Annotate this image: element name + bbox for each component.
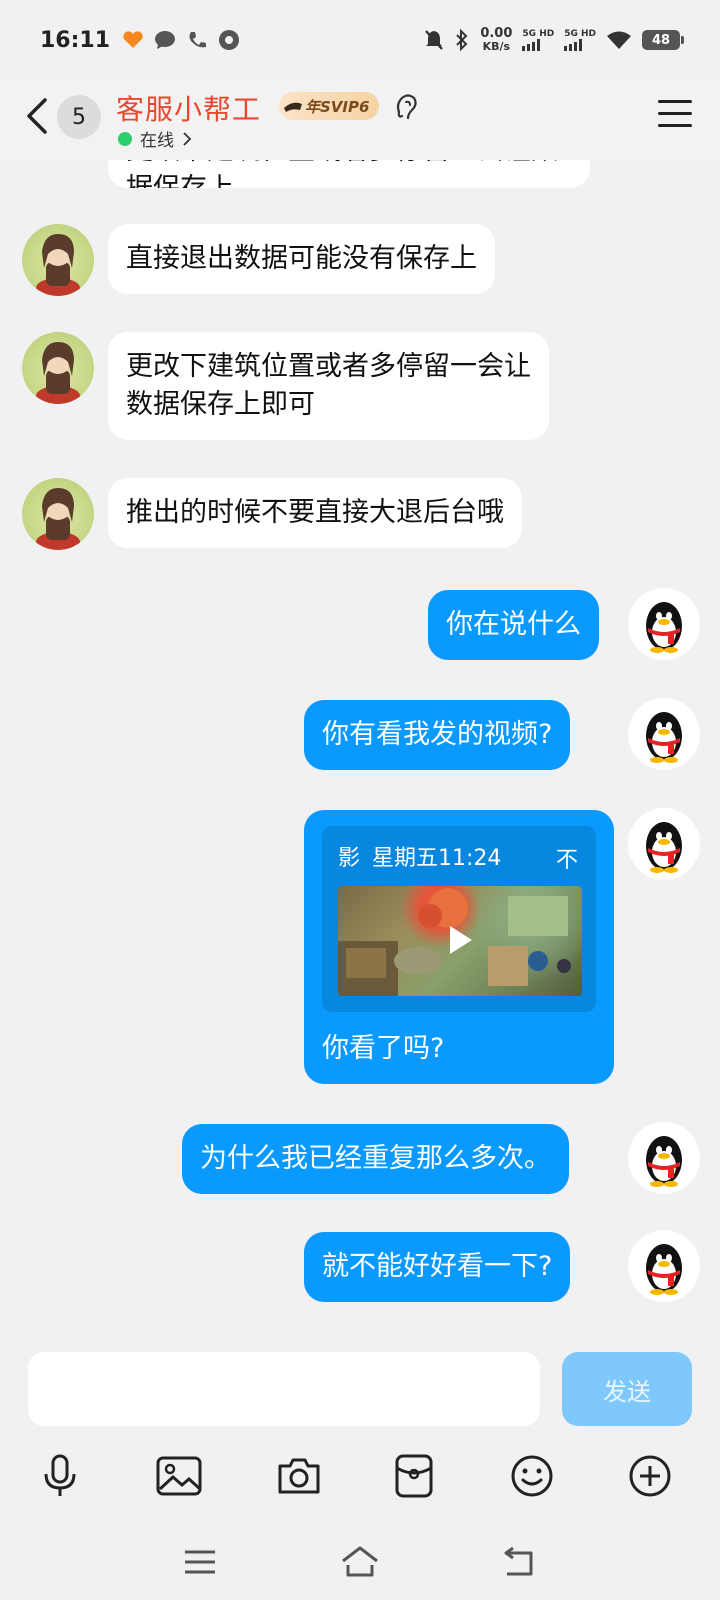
chat-header: 5 客服小帮工 年SVIP6 在线 — [0, 80, 720, 160]
video-meta-icon: 影 — [338, 846, 361, 871]
menu-lines-icon — [185, 1550, 215, 1574]
wifi-icon — [607, 31, 631, 49]
chat-icon — [155, 31, 176, 49]
emoji-button[interactable] — [508, 1452, 556, 1500]
online-dot-icon — [118, 131, 132, 146]
message-bubble-incoming[interactable]: 更改下建筑位置或者多停留一会让数据保存上 — [108, 160, 590, 188]
contact-avatar-image — [36, 488, 80, 550]
qq-penguin-avatar-icon — [646, 822, 682, 873]
video-date: 星期五11:24 — [372, 846, 502, 871]
composer-toolbar — [0, 1438, 720, 1518]
battery-indicator: 48 — [642, 30, 684, 50]
missed-call-icon — [189, 32, 207, 48]
sim2-signal: 5G HD — [564, 29, 596, 51]
message-bubble-incoming[interactable]: 推出的时候不要直接大退后台哦 — [108, 478, 522, 548]
back-button[interactable] — [22, 94, 52, 138]
contact-avatar[interactable] — [22, 224, 94, 296]
contact-avatar-image — [36, 342, 80, 404]
my-avatar[interactable] — [628, 808, 700, 880]
home-icon — [342, 1546, 378, 1577]
system-navigation-bar — [0, 1528, 720, 1600]
image-button[interactable] — [155, 1452, 203, 1500]
qq-penguin-avatar-icon — [646, 602, 682, 653]
message-bubble-outgoing[interactable]: 影 星期五11:24 不 你看了吗? — [304, 810, 614, 1084]
camera-button[interactable] — [275, 1452, 323, 1500]
signal-bars-icon — [564, 39, 583, 51]
my-avatar[interactable] — [628, 1230, 700, 1302]
play-icon[interactable] — [450, 926, 472, 954]
mute-icon — [425, 30, 444, 50]
video-message-card[interactable]: 影 星期五11:24 不 — [322, 826, 596, 1012]
message-input[interactable] — [28, 1352, 540, 1426]
status-time: 16:11 — [40, 27, 111, 53]
signal-bars-icon — [522, 39, 541, 51]
chevron-right-icon — [183, 131, 192, 146]
ear-icon[interactable] — [394, 92, 420, 122]
my-avatar[interactable] — [628, 698, 700, 770]
my-avatar[interactable] — [628, 588, 700, 660]
online-status[interactable]: 在线 — [118, 126, 192, 151]
qq-penguin-avatar-icon — [646, 1136, 682, 1187]
heart-app-icon — [123, 31, 143, 48]
nav-back-button[interactable] — [498, 1540, 542, 1584]
media-icon — [219, 30, 240, 50]
status-bar: 16:11 0.00 KB/s 5G HD 5G HD 48 — [0, 0, 720, 80]
message-bubble-outgoing[interactable]: 为什么我已经重复那么多次。 — [182, 1124, 569, 1194]
plus-icon — [629, 1455, 671, 1497]
image-icon — [156, 1456, 202, 1496]
contact-avatar[interactable] — [22, 332, 94, 404]
notification-icons — [122, 29, 240, 51]
message-bubble-outgoing[interactable]: 你有看我发的视频? — [304, 700, 571, 770]
chevron-left-icon — [27, 98, 47, 134]
hamburger-icon — [658, 100, 692, 103]
qq-penguin-avatar-icon — [646, 712, 682, 763]
chat-message-list[interactable]: 更改下建筑位置或者多停留一会让数据保存上 直接退出数据可能没有保存上 更改下建筑… — [0, 160, 720, 1338]
emoji-icon — [511, 1455, 553, 1497]
contact-avatar-image — [36, 234, 80, 296]
message-bubble-outgoing[interactable]: 就不能好好看一下? — [304, 1232, 571, 1302]
video-meta: 影 星期五11:24 — [338, 840, 580, 878]
message-bubble-outgoing[interactable]: 你在说什么 — [428, 590, 599, 660]
contact-name[interactable]: 客服小帮工 — [116, 88, 261, 128]
sim1-signal: 5G HD — [522, 29, 554, 51]
back-arrow-icon — [504, 1547, 533, 1576]
my-avatar[interactable] — [628, 1122, 700, 1194]
voice-button[interactable] — [36, 1452, 84, 1500]
mic-icon — [44, 1454, 76, 1496]
camera-icon — [278, 1458, 320, 1494]
wallet-icon — [395, 1454, 433, 1498]
pin-icon[interactable]: 不 — [556, 842, 578, 880]
menu-button[interactable] — [658, 100, 692, 130]
svip-badge[interactable]: 年SVIP6 — [279, 92, 380, 120]
send-button[interactable]: 发送 — [562, 1352, 692, 1426]
message-bubble-incoming[interactable]: 直接退出数据可能没有保存上 — [108, 224, 495, 294]
composer-area: 发送 — [0, 1338, 720, 1600]
unread-count-badge[interactable]: 5 — [57, 95, 101, 139]
system-icons: 0.00 KB/s 5G HD 5G HD 48 — [424, 26, 684, 53]
more-button[interactable] — [626, 1452, 674, 1500]
vip-hat-icon — [284, 102, 302, 112]
contact-avatar[interactable] — [22, 478, 94, 550]
nav-home-button[interactable] — [338, 1540, 382, 1584]
message-bubble-incoming[interactable]: 更改下建筑位置或者多停留一会让 数据保存上即可 — [108, 332, 549, 440]
qq-penguin-avatar-icon — [646, 1244, 682, 1295]
red-packet-button[interactable] — [390, 1452, 438, 1500]
network-speed: 0.00 KB/s — [480, 26, 513, 53]
video-thumbnail[interactable] — [338, 886, 582, 996]
nav-menu-button[interactable] — [178, 1540, 222, 1584]
bluetooth-icon — [456, 29, 468, 51]
